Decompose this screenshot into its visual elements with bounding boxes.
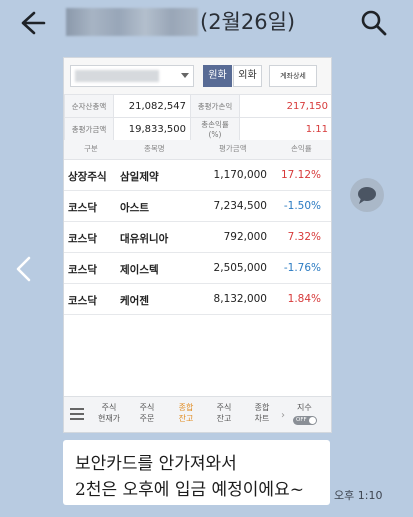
row-rate: -1.50% (283, 200, 321, 212)
row-stock-name: 대유위니아 (120, 233, 169, 245)
row-stock-name: 제이스텍 (120, 264, 159, 276)
message-timestamp: 오후 1:10 (334, 489, 383, 502)
row-rate: 17.12% (280, 169, 321, 181)
row-value: 1,170,000 (213, 169, 267, 181)
row-rate: 1.84% (287, 293, 321, 305)
chevron-right-icon[interactable]: › (281, 410, 285, 421)
row-stock-name: 아스트 (120, 202, 149, 214)
row-value: 2,505,000 (213, 262, 267, 274)
total-eval-value: 19,833,500 (113, 117, 191, 141)
tab-stock-balance[interactable]: 주식 잔고 (212, 402, 236, 424)
holdings-header: 구분 종목명 평가금액 손익률 (64, 140, 331, 160)
search-icon[interactable] (357, 6, 391, 40)
row-type: 상장주식 (68, 171, 107, 183)
account-select[interactable] (70, 65, 194, 87)
tab-total-balance[interactable]: 종합 잔고 (174, 402, 198, 424)
total-return-value: 1.11 (239, 117, 331, 141)
account-detail-button[interactable]: 계좌상세 (269, 65, 317, 87)
message-bubble[interactable]: 보안카드를 안가져와서 2천은 오후에 입금 예정이에요~ (63, 440, 330, 505)
back-arrow-icon[interactable] (14, 6, 48, 40)
chat-title-date: (2월26일) (200, 10, 296, 34)
message-line-1: 보안카드를 안가져와서 (75, 454, 237, 474)
account-control-row: 원화 외화 계좌상세 (64, 58, 331, 94)
col-value-header: 평가금액 (219, 144, 247, 153)
table-row[interactable]: 코스닥 제이스텍 2,505,000 -1.76% (64, 253, 331, 284)
blurred-account-number (75, 70, 159, 82)
row-stock-name: 케어젠 (120, 295, 149, 307)
total-pnl-label: 총평가손익 (190, 94, 240, 118)
row-type: 코스닥 (68, 202, 97, 214)
row-value: 8,132,000 (213, 293, 267, 305)
tab-total-chart[interactable]: 종합 차트 (250, 402, 274, 424)
hamburger-menu-icon[interactable] (70, 408, 84, 421)
dropdown-caret-icon (181, 73, 189, 78)
summary-row: 총평가금액 19,833,500 총손익률(%) 1.11 (64, 117, 331, 141)
col-name-header: 종목명 (144, 144, 165, 153)
message-line-2: 2천은 오후에 입금 예정이에요~ (75, 480, 304, 500)
blurred-contact-name (66, 8, 198, 36)
index-label: 지수 (297, 403, 312, 412)
summary-row: 순자산총액 21,082,547 총평가손익 217,150 (64, 94, 331, 118)
speech-bubble-icon (358, 187, 376, 204)
row-type: 코스닥 (68, 264, 97, 276)
total-pnl-value: 217,150 (239, 94, 331, 118)
shared-screenshot-image[interactable]: 원화 외화 계좌상세 순자산총액 21,082,547 총평가손익 217,15… (63, 57, 332, 433)
bottom-tab-bar: 주식 현재가 주식 주문 종합 잔고 주식 잔고 종합 차트 › 지수 OFF (64, 396, 331, 432)
total-return-label: 총손익률(%) (190, 117, 240, 141)
foreign-currency-button[interactable]: 외화 (233, 65, 262, 87)
chat-header: (2월26일) (0, 0, 413, 46)
summary-table: 순자산총액 21,082,547 총평가손익 217,150 총평가금액 19,… (64, 94, 331, 141)
net-assets-label: 순자산총액 (64, 94, 114, 118)
table-row[interactable]: 코스닥 아스트 7,234,500 -1.50% (64, 191, 331, 222)
row-type: 코스닥 (68, 233, 97, 245)
tab-stock-price[interactable]: 주식 현재가 (97, 402, 121, 424)
row-rate: 7.32% (287, 231, 321, 243)
col-type-header: 구분 (84, 144, 98, 153)
total-eval-label: 총평가금액 (64, 117, 114, 141)
col-rate-header: 손익률 (291, 144, 312, 153)
tab-stock-order[interactable]: 주식 주문 (135, 402, 159, 424)
row-value: 7,234,500 (213, 200, 267, 212)
row-stock-name: 삼일제약 (120, 171, 159, 183)
net-assets-value: 21,082,547 (113, 94, 191, 118)
row-value: 792,000 (223, 231, 267, 243)
table-row[interactable]: 코스닥 대유위니아 792,000 7.32% (64, 222, 331, 253)
won-currency-button[interactable]: 원화 (203, 65, 232, 87)
share-button[interactable] (350, 178, 384, 212)
table-row[interactable]: 상장주식 삼일제약 1,170,000 17.12% (64, 160, 331, 191)
index-toggle[interactable]: OFF (293, 416, 317, 425)
table-row[interactable]: 코스닥 케어젠 8,132,000 1.84% (64, 284, 331, 315)
row-type: 코스닥 (68, 295, 97, 307)
previous-image-chevron-icon[interactable] (13, 256, 35, 282)
row-rate: -1.76% (283, 262, 321, 274)
